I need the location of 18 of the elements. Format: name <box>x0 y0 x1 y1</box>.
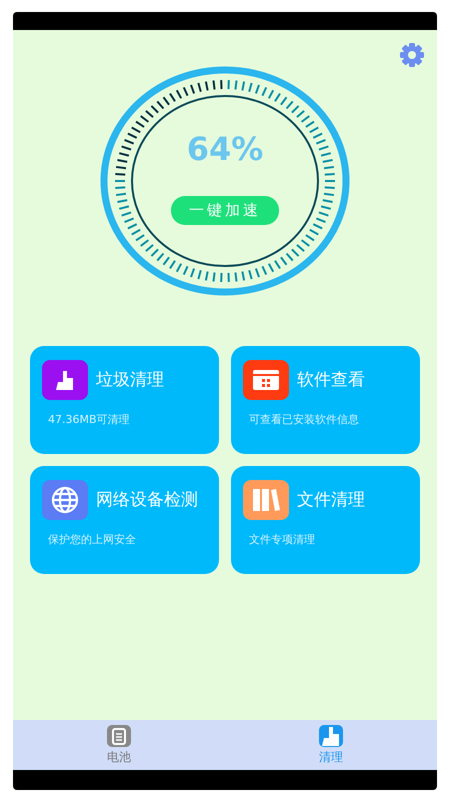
clipboard-icon <box>111 726 127 744</box>
card-title: 网络设备检测 <box>96 490 198 510</box>
feature-card[interactable]: 网络设备检测 保护您的上网安全 <box>30 466 219 574</box>
usage-percent: 64% <box>186 130 264 168</box>
boost-button[interactable]: 一键加速 <box>171 196 279 225</box>
feature-card[interactable]: 垃圾清理 47.36MB可清理 <box>30 346 219 454</box>
globe-icon <box>51 486 79 514</box>
calendar-icon <box>252 368 280 392</box>
card-title: 垃圾清理 <box>96 370 164 390</box>
card-title: 文件清理 <box>297 490 365 510</box>
card-subtitle: 可查看已安装软件信息 <box>248 412 360 427</box>
books-icon <box>251 487 281 513</box>
card-subtitle: 保护您的上网安全 <box>47 532 137 547</box>
feature-card[interactable]: 软件查看 可查看已安装软件信息 <box>231 346 420 454</box>
card-title: 软件查看 <box>297 370 365 390</box>
feature-card[interactable]: 文件清理 文件专项清理 <box>231 466 420 574</box>
card-subtitle: 47.36MB可清理 <box>47 412 131 427</box>
card-subtitle: 文件专项清理 <box>248 532 316 547</box>
